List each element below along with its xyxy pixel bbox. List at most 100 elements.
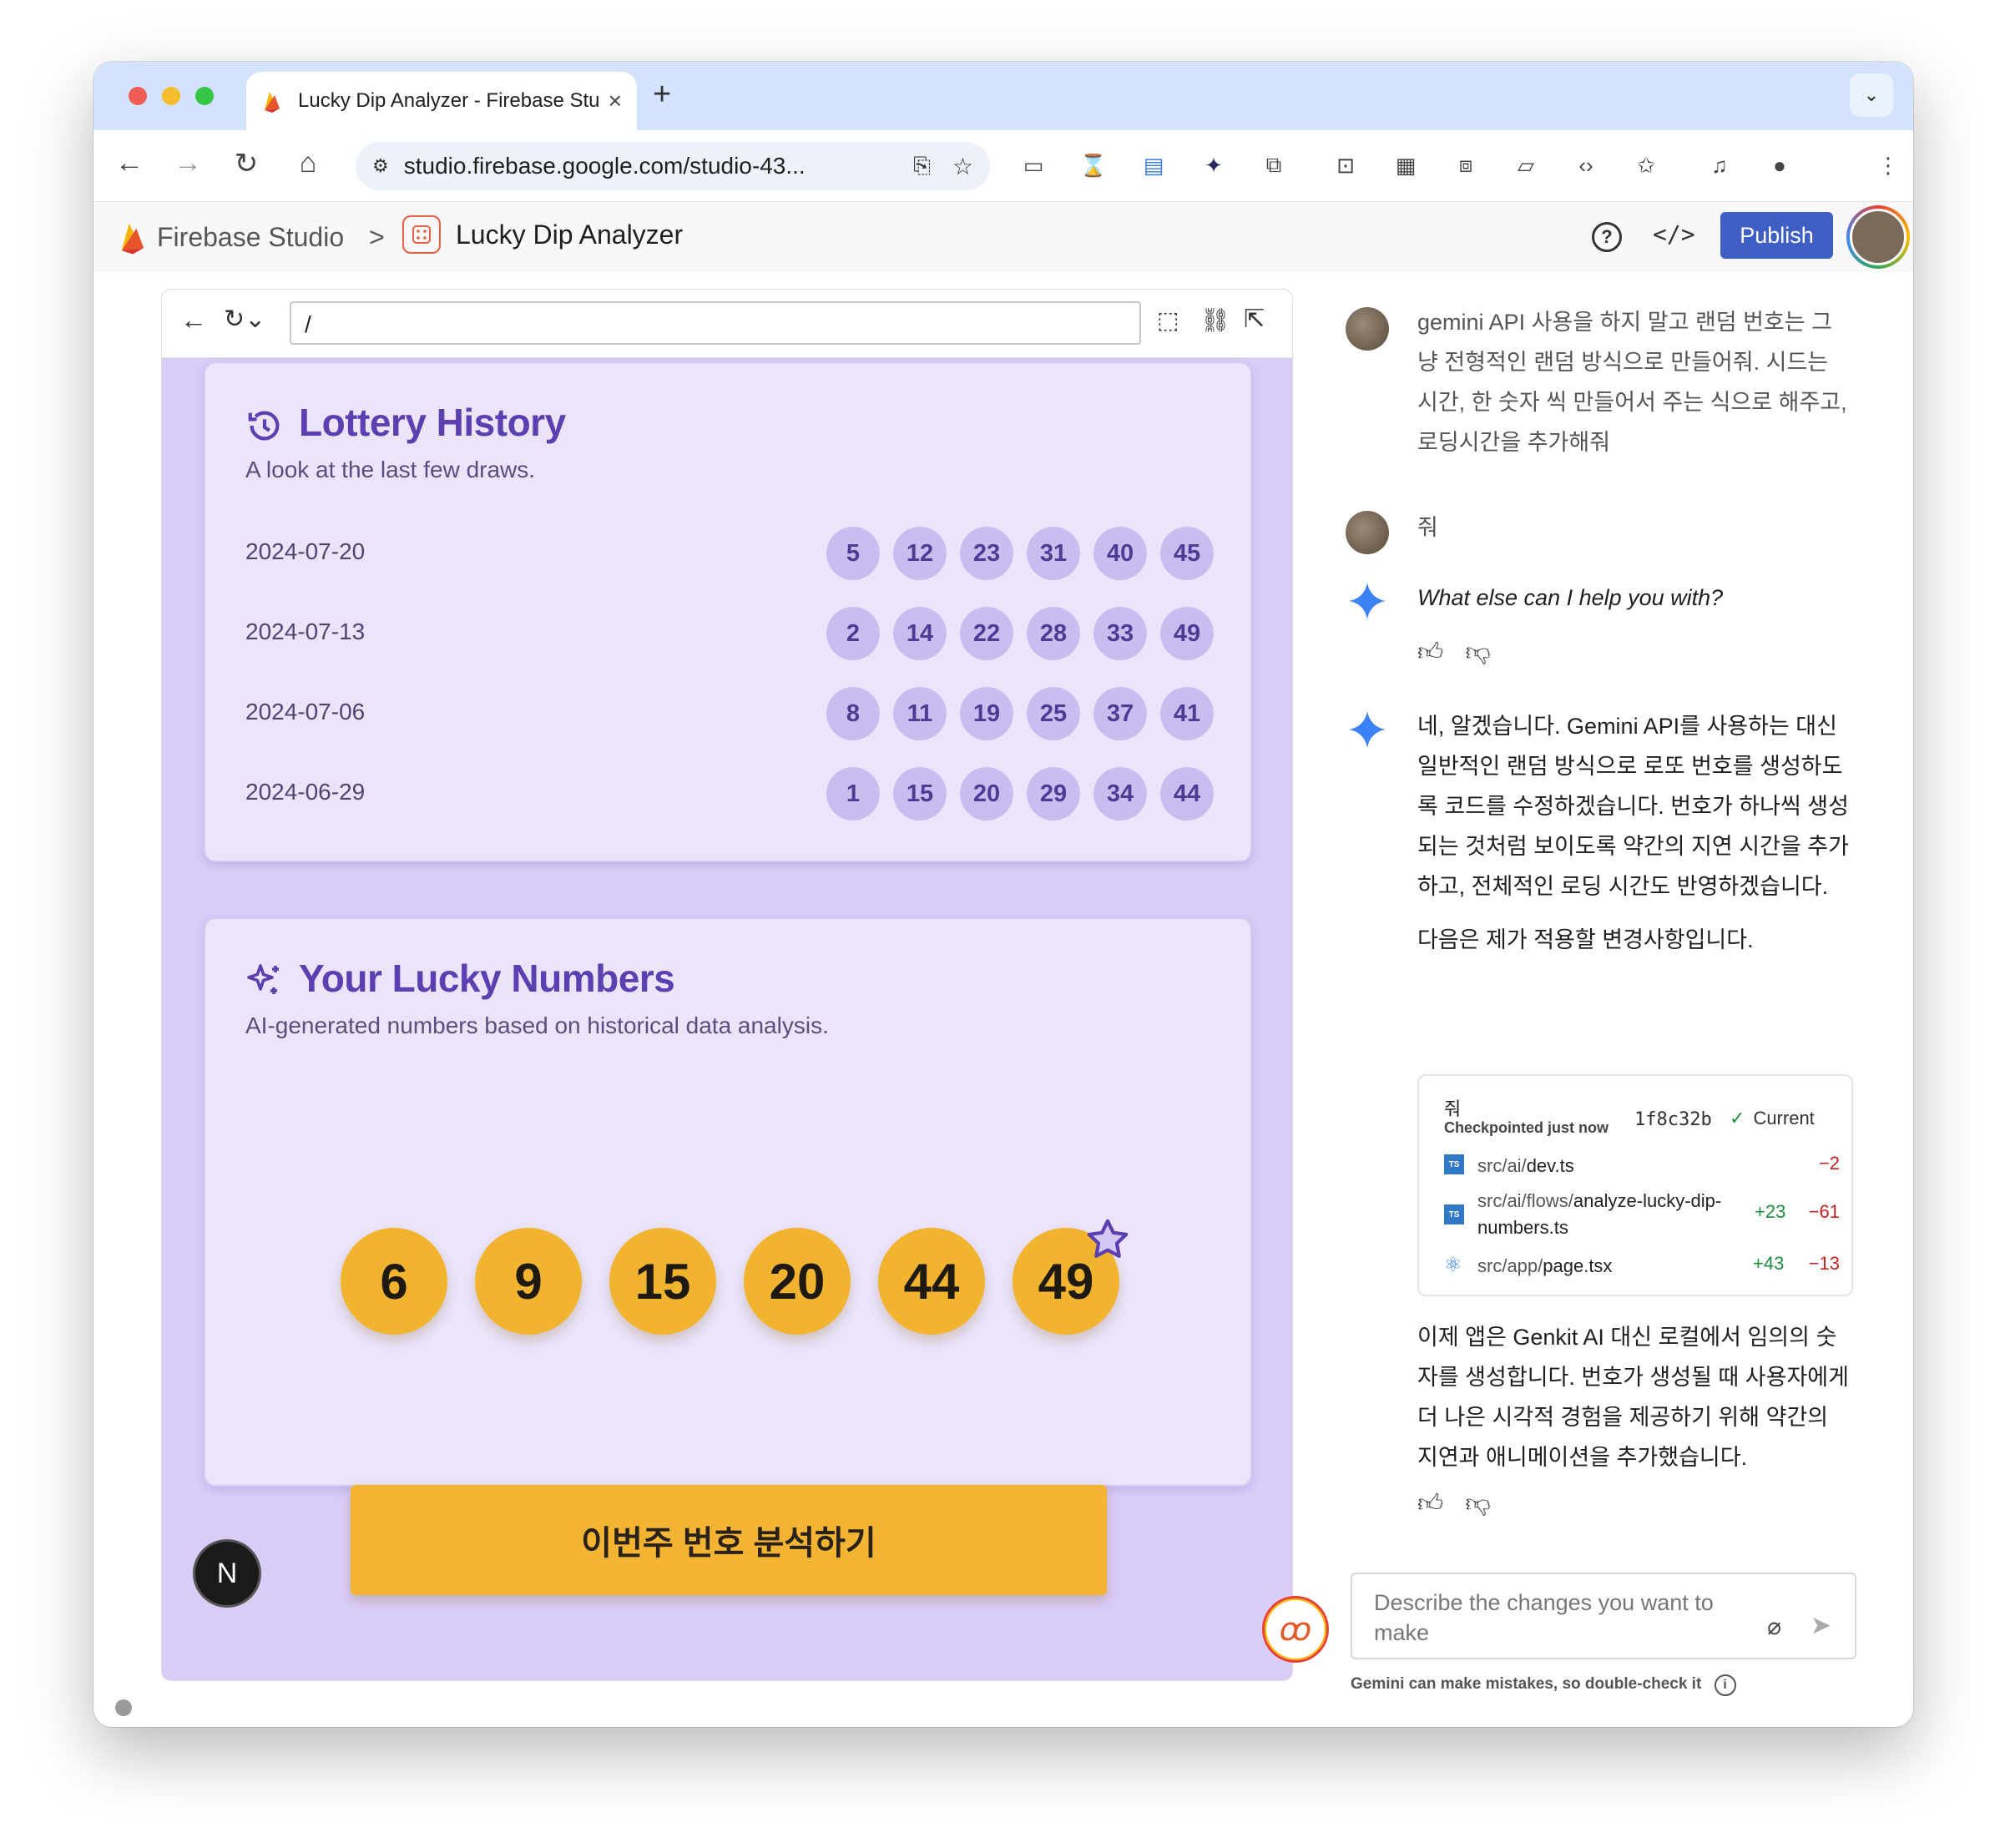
history-ball: 22 [960,607,1013,660]
thumbs-up-icon[interactable]: 👍︎ [1417,638,1443,668]
user-avatar-icon [1346,511,1389,554]
reload-icon[interactable]: ↻ [227,147,265,180]
extension-timer-icon[interactable]: ⌛ [1077,149,1110,182]
history-ball: 8 [826,687,880,740]
lucky-title: Your Lucky Numbers [299,957,675,1000]
tab-close-icon[interactable]: × [609,88,622,114]
tab-search-chevron-icon[interactable]: ⌄ [1850,73,1893,117]
devices-icon[interactable]: ▱ [1509,149,1543,182]
history-ball: 44 [1160,767,1214,820]
bookmarks-star-icon[interactable]: ✩ [1629,149,1663,182]
history-ball: 31 [1027,527,1080,580]
gemini-assistant-icon[interactable]: ꝏ [1262,1596,1329,1663]
preview-toolbar: ← ↻⌄ / ⬚ ⛓ ⇱ [162,290,1292,358]
user-avatar[interactable] [1846,205,1910,269]
browser-menu-icon[interactable]: ⋮ [1871,149,1905,182]
lucky-ball: 6 [341,1228,447,1335]
address-bar[interactable]: ⚙ studio.firebase.google.com/studio-43..… [356,142,990,190]
profile-avatar-icon[interactable]: ● [1763,149,1796,182]
send-icon[interactable]: ➤ [1811,1611,1831,1640]
commit-hash: 1f8c32b [1634,1109,1712,1130]
new-tab-button[interactable]: + [653,77,671,113]
changed-file-row[interactable]: ⚛ src/app/page.tsx +43 −13 [1444,1253,1840,1281]
draw-date: 2024-07-20 [245,538,366,564]
history-ball: 28 [1027,607,1080,660]
history-ball: 5 [826,527,880,580]
history-ball: 15 [893,767,947,820]
lines-added: +23 [1755,1201,1786,1222]
history-ball: 2 [826,607,880,660]
history-ball: 37 [1093,687,1147,740]
breadcrumb-chevron-icon: > [369,222,385,252]
publish-button[interactable]: Publish [1720,212,1833,259]
forward-icon[interactable]: → [169,147,207,179]
help-icon[interactable]: ? [1592,222,1622,252]
home-icon[interactable]: ⌂ [289,147,327,179]
close-window-button[interactable] [129,87,147,105]
changed-file-row[interactable]: TS src/ai/flows/analyze-lucky-dip-number… [1444,1188,1840,1241]
extension-screen-icon[interactable]: ▭ [1017,149,1050,182]
lines-removed: −61 [1808,1201,1840,1222]
message-text: 이제 앱은 Genkit AI 대신 로컬에서 임의의 숫자를 생성합니다. 번… [1417,1325,1849,1470]
draw-date: 2024-06-29 [245,779,366,805]
history-ball: 29 [1027,767,1080,820]
link-icon[interactable]: ⛓ [1200,306,1230,334]
extensions-puzzle-icon[interactable]: ⧉ [1257,149,1290,182]
history-ball: 45 [1160,527,1214,580]
scroll-indicator[interactable] [115,1699,132,1716]
app-preview: ← ↻⌄ / ⬚ ⛓ ⇱ Lottery History A look at t… [161,289,1293,1681]
history-ball: 33 [1093,607,1147,660]
bookmark-star-icon[interactable]: ☆ [952,153,973,180]
thumbs-down-icon[interactable]: 👎︎ [1465,1489,1490,1519]
checkpoint-card[interactable]: 줘 Checkpointed just now 1f8c32b ✓ Current… [1417,1074,1853,1296]
project-breadcrumb[interactable]: Lucky Dip Analyzer [402,215,683,254]
extension-sparkle-icon[interactable]: ✦ [1197,149,1230,182]
info-icon[interactable]: i [1714,1674,1736,1696]
history-subtitle: A look at the last few draws. [245,457,536,482]
install-app-icon[interactable]: ⎘ [913,153,931,179]
browser-window: Lucky Dip Analyzer - Firebase Studio × +… [93,62,1913,1727]
lines-removed: −13 [1808,1253,1840,1274]
lines-removed: −2 [1818,1153,1840,1174]
back-icon[interactable]: ← [110,147,149,179]
file-dir: src/app/ [1477,1255,1543,1276]
message-text: gemini API 사용을 하지 말고 랜덤 번호는 그냥 전형적인 랜덤 방… [1417,310,1847,455]
changed-file-row[interactable]: TS src/ai/dev.ts −2 [1444,1153,1840,1181]
preview-path-input[interactable]: / [290,301,1141,345]
cast-icon[interactable]: ⊡ [1329,149,1362,182]
qr-code-icon[interactable]: ▦ [1389,149,1422,182]
file-name: dev.ts [1526,1155,1574,1176]
extension-reader-icon[interactable]: ▤ [1137,149,1170,182]
file-dir: src/ai/ [1477,1155,1527,1176]
translate-icon[interactable]: ⧈ [1449,149,1482,182]
thumbs-up-icon[interactable]: 👍︎ [1417,1489,1443,1519]
inspect-select-icon[interactable]: ⬚ [1157,306,1179,334]
analyze-button[interactable]: 이번주 번호 분석하기 [351,1485,1107,1595]
message-text: 다음은 제가 적용할 변경사항입니다. [1417,927,1754,952]
history-ball: 49 [1160,607,1214,660]
url-text: studio.firebase.google.com/studio-43... [403,153,806,179]
minimize-window-button[interactable] [162,87,180,105]
checkpoint-time: Checkpointed just now [1444,1119,1609,1136]
media-queue-icon[interactable]: ♫ [1703,149,1736,182]
chat-input[interactable]: Describe the changes you want to make ⌀ … [1351,1573,1856,1659]
attach-icon[interactable]: ⌀ [1767,1613,1781,1640]
studio-brand[interactable]: Firebase Studio [117,219,344,255]
lottery-history-card: Lottery History A look at the last few d… [204,361,1252,862]
devtools-icon[interactable]: ‹› [1569,149,1603,182]
brand-name: Firebase Studio [157,221,345,252]
thumbs-down-icon[interactable]: 👎︎ [1465,638,1490,668]
site-info-icon[interactable]: ⚙ [372,155,389,177]
preview-reload-icon[interactable]: ↻⌄ [224,305,265,334]
user-avatar-icon [1346,307,1389,351]
message-text: 줘 [1417,515,1438,540]
code-view-icon[interactable]: </> [1653,220,1695,248]
studio-header: Firebase Studio > Lucky Dip Analyzer ? <… [93,202,1913,272]
zoom-window-button[interactable] [195,87,214,105]
draw-date: 2024-07-13 [245,619,366,644]
tab-active[interactable]: Lucky Dip Analyzer - Firebase Studio × [246,72,637,130]
preview-back-icon[interactable]: ← [180,305,207,336]
file-name: page.tsx [1543,1255,1613,1276]
nextjs-badge[interactable]: N [195,1542,259,1605]
open-external-icon[interactable]: ⇱ [1244,305,1265,334]
